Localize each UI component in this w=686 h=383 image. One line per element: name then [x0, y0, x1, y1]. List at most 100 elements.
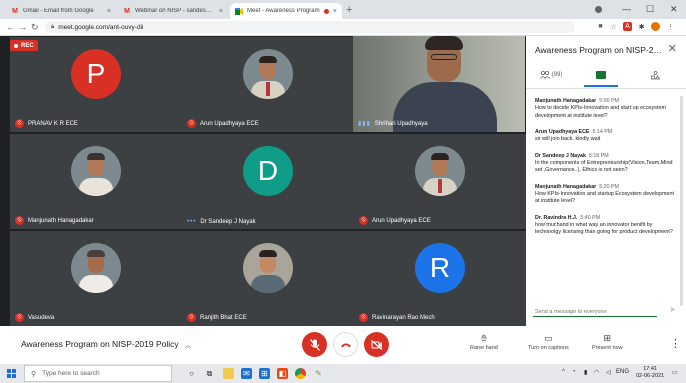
participant-tile[interactable]: P ⦸ PRANAV K R ECE [10, 37, 182, 132]
avatar-initial: R [415, 243, 465, 293]
tab-chat[interactable] [584, 65, 618, 85]
browser-menu-icon[interactable]: ⋮ [666, 22, 675, 31]
maximize-icon[interactable]: ☐ [646, 2, 654, 16]
participant-name-tag: ⦸ Arun Upadhyaya ECE [359, 216, 431, 225]
camera-toggle-button[interactable] [364, 332, 389, 357]
chat-message: Dr. Ravindra H.J. 5:40 PM how muchand in … [535, 215, 675, 237]
mic-toggle-button[interactable] [302, 332, 327, 357]
participant-tile[interactable]: ⦸ Vasudeva [10, 231, 182, 326]
participant-tile[interactable]: ⦸ Arun Upadhyaya ECE [354, 134, 526, 229]
bookmark-star-icon[interactable]: ☆ [609, 22, 618, 31]
network-icon[interactable]: ◔ [572, 369, 576, 375]
camera-off-icon [370, 339, 382, 350]
hand-icon: ✋︎ [481, 333, 487, 343]
meeting-details-toggle[interactable]: Awareness Program on NISP-2019 Policy ︿ [21, 339, 192, 350]
chat-message: Arun Upadhyaya ECE 5:14 PM sir will join … [535, 129, 675, 144]
panel-title: Awareness Program on NISP-201... [535, 45, 663, 55]
forward-icon[interactable]: → [18, 21, 27, 33]
present-now-button[interactable]: ⊞ Present now [592, 331, 623, 351]
taskbar-clock[interactable]: 17:41 02-06-2021 [636, 366, 664, 380]
window-close-icon[interactable]: ✕ [670, 2, 678, 16]
message-author: Dr Sandeep J Nayak [535, 152, 586, 159]
volume-icon[interactable]: ◁ [606, 369, 611, 376]
battery-icon[interactable]: ▮ [584, 369, 587, 376]
chat-message-input[interactable] [533, 303, 657, 317]
cortana-icon[interactable]: ○ [186, 368, 197, 379]
leave-call-button[interactable] [333, 332, 358, 357]
address-bar: ← → ↻ 🔒︎ meet.google.com/ant-ouvy-dii ■ … [0, 19, 686, 36]
close-panel-icon[interactable]: ✕ [668, 42, 677, 55]
browser-tab-meet[interactable]: Meet - Awareness Program × [230, 3, 342, 19]
record-dot-icon [14, 43, 18, 48]
browser-tab-webinar[interactable]: M Webinar on NISP - sandeshuc@ × [118, 3, 228, 19]
more-options-icon[interactable]: ⋮ [670, 337, 681, 350]
raise-hand-label: Raise hand [470, 345, 498, 351]
mic-off-icon: ⦸ [15, 119, 24, 128]
participant-name: PRANAV K R ECE [28, 120, 78, 127]
audio-level-icon: ••• [187, 219, 197, 225]
tray-chevron-icon[interactable]: ^ [562, 369, 565, 375]
message-time: 5:14 PM [592, 129, 613, 135]
activities-icon [650, 70, 660, 79]
new-tab-button[interactable]: + [346, 3, 352, 17]
back-icon[interactable]: ← [6, 21, 15, 33]
participant-tile[interactable]: ⦸ Manjunath Hanagadakar [10, 134, 182, 229]
url-text: meet.google.com/ant-ouvy-dii [58, 23, 144, 31]
store-icon[interactable]: ⊞ [259, 368, 270, 379]
profile-avatar[interactable] [651, 22, 660, 31]
participant-name-tag: ▮▮▮ Shrihari Upadhyaya [358, 120, 428, 128]
extensions-puzzle-icon[interactable]: ✱ [637, 22, 646, 31]
participant-name: Vasudeva [28, 314, 55, 321]
browser-tab-gmail[interactable]: M Gmail - Email from Google × [6, 3, 116, 19]
message-time: 5:40 PM [580, 214, 601, 221]
meeting-title: Awareness Program on NISP-2019 Policy [21, 339, 179, 349]
camera-icon[interactable]: ■ [596, 22, 605, 31]
search-placeholder: Type here to search [42, 370, 100, 377]
language-indicator[interactable]: ENG [616, 369, 629, 375]
participant-name: Dr Sandeep J Nayak [200, 219, 256, 225]
mic-off-icon: ⦸ [15, 313, 24, 322]
url-field[interactable]: 🔒︎ meet.google.com/ant-ouvy-dii [45, 21, 575, 33]
mail-icon[interactable]: ✉ [241, 368, 252, 379]
participant-tile[interactable]: ⦸ Arun Upadhyaya ECE [182, 37, 354, 132]
chrome-icon[interactable] [295, 368, 306, 379]
participant-name-tag: ⦸ Manjunath Hanagadakar [15, 216, 94, 225]
send-icon[interactable]: ➤ [669, 305, 676, 314]
close-icon[interactable]: × [219, 8, 223, 15]
task-view-icon[interactable]: ⧉ [204, 368, 215, 379]
reload-icon[interactable]: ↻ [31, 21, 39, 33]
close-icon[interactable]: × [107, 8, 111, 15]
message-text: How KPIs-Innovation and startup Ecosyste… [535, 190, 675, 205]
chat-message-list: Manjunath Hanagadakar 5:00 PM How to deci… [535, 98, 675, 246]
participant-tile[interactable]: D ••• Dr Sandeep J Nayak [182, 134, 354, 229]
mic-off-icon: ⦸ [359, 313, 368, 322]
minimize-icon[interactable]: — [622, 2, 631, 16]
present-icon: ⊞ [603, 333, 612, 343]
windows-start-icon[interactable] [7, 369, 16, 378]
avatar-photo [243, 243, 293, 293]
tab-search-icon[interactable] [595, 6, 602, 13]
message-author: Arun Upadhyaya ECE [535, 129, 590, 135]
file-explorer-icon[interactable] [223, 368, 234, 379]
tab-people[interactable]: (99) [534, 65, 568, 85]
paint-icon[interactable]: ✎ [313, 368, 324, 379]
participant-video-tile[interactable]: ▮▮▮ Shrihari Upadhyaya [353, 36, 525, 132]
message-text: In the components of Entrepreneurship(Vi… [535, 159, 673, 174]
participant-tile[interactable]: R ⦸ Ravinarayan Rao Mech [354, 231, 526, 326]
mic-off-icon: ⦸ [187, 313, 196, 322]
captions-icon: ▭ [544, 333, 553, 343]
taskbar-search[interactable]: ⚲ Type here to search [24, 365, 172, 382]
chat-scrollbar[interactable] [680, 96, 683, 306]
close-icon[interactable]: × [333, 8, 337, 15]
wifi-icon[interactable]: ◠ [594, 369, 599, 376]
recording-indicator-icon [323, 8, 329, 14]
notifications-icon[interactable]: ▭ [672, 369, 678, 376]
search-icon: ⚲ [31, 370, 37, 378]
office-icon[interactable]: ◧ [277, 368, 288, 379]
participant-tile[interactable]: ⦸ Ranjith Bhat ECE [182, 231, 354, 326]
tab-activities[interactable] [640, 65, 670, 85]
browser-tab-strip: M Gmail - Email from Google × M Webinar … [0, 0, 686, 19]
raise-hand-button[interactable]: ✋︎ Raise hand [470, 331, 498, 351]
extension-pdf-icon[interactable]: A [623, 22, 632, 31]
captions-button[interactable]: ▭ Turn on captions [528, 331, 569, 351]
